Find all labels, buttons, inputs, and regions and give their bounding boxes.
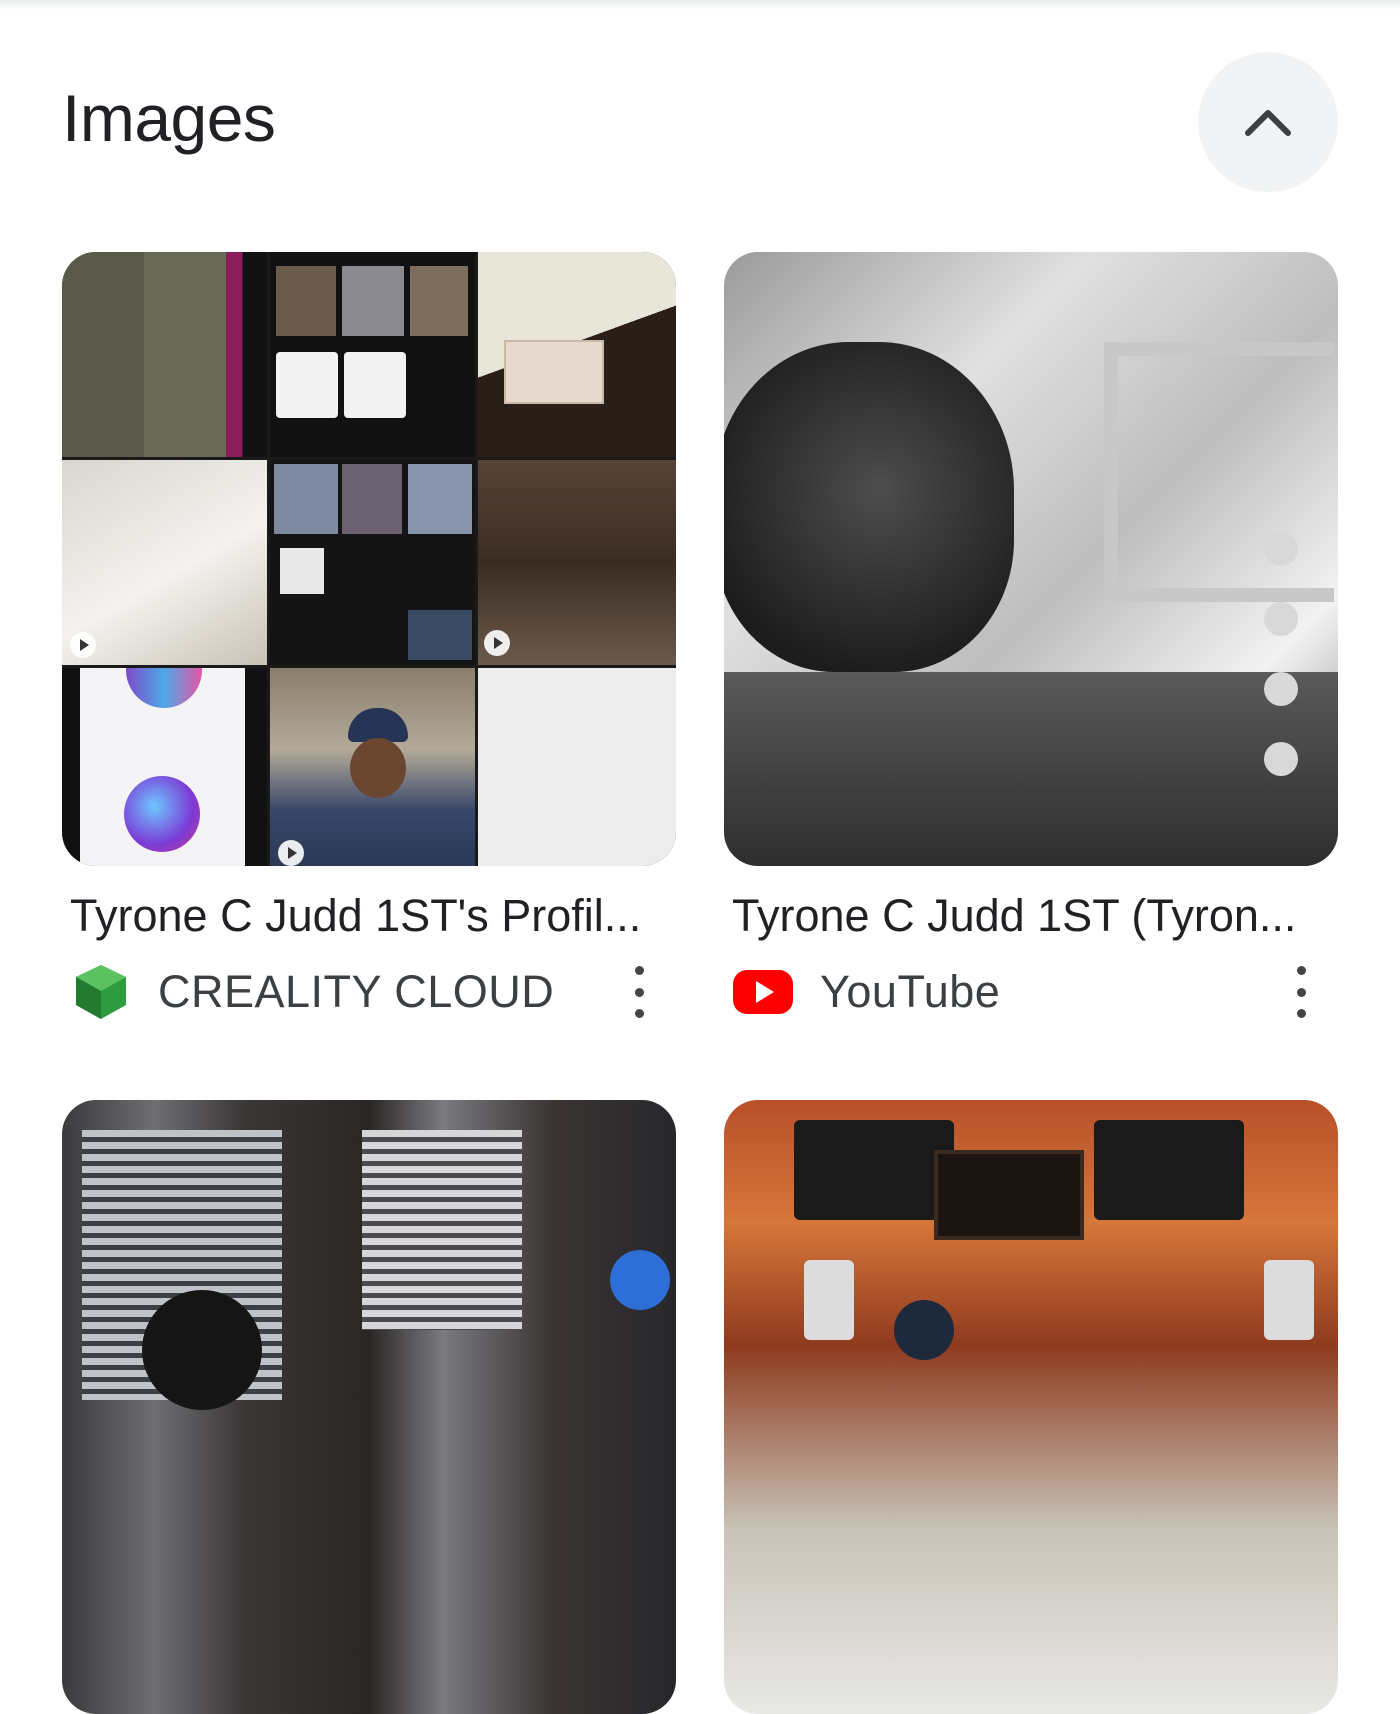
source-row[interactable]: CREALITY CLOUD [62, 962, 676, 1022]
chevron-up-icon [1245, 110, 1291, 136]
result-caption[interactable]: Tyrone C Judd 1ST's Profil... [62, 888, 676, 944]
image-thumbnail[interactable] [62, 252, 676, 866]
image-thumbnail[interactable] [724, 1100, 1338, 1714]
source-name: YouTube [820, 966, 1001, 1017]
youtube-logo-icon [733, 970, 793, 1014]
result-caption[interactable]: Tyrone C Judd 1ST (Tyron... [724, 888, 1338, 944]
section-title: Images [62, 81, 276, 155]
image-result-card[interactable]: Tyrone C Judd 1ST (Tyron... YouTube [724, 252, 1338, 1022]
collapse-button[interactable] [1198, 52, 1338, 192]
image-thumbnail[interactable] [724, 252, 1338, 866]
image-thumbnail[interactable] [62, 1100, 676, 1714]
image-result-card[interactable] [724, 1100, 1338, 1714]
image-result-card[interactable] [62, 1100, 676, 1714]
photo-person [724, 342, 1014, 672]
source-name: CREALITY CLOUD [158, 966, 555, 1017]
more-options-icon[interactable] [1286, 966, 1316, 1018]
more-options-icon[interactable] [624, 966, 654, 1018]
image-result-card[interactable]: Tyrone C Judd 1ST's Profil... CREALITY C… [62, 252, 676, 1022]
top-divider [0, 0, 1400, 10]
collage-image [62, 252, 676, 866]
creality-cloud-logo-icon [76, 965, 126, 1019]
source-row[interactable]: YouTube [724, 962, 1338, 1022]
